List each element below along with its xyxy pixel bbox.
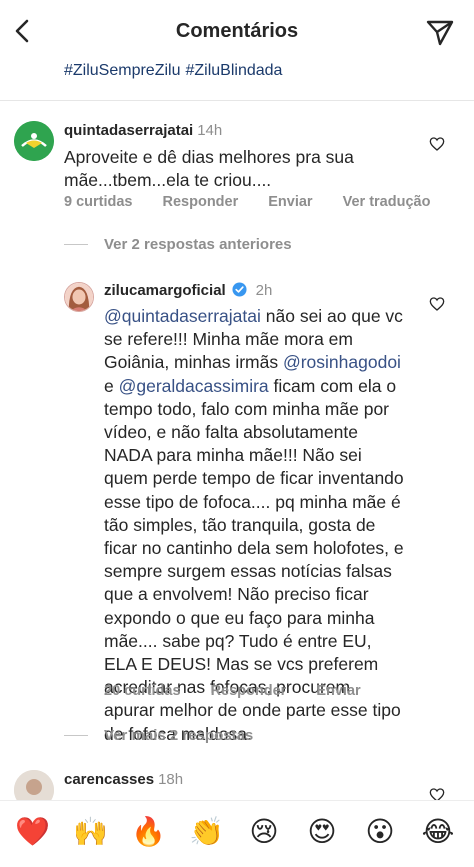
likes-count[interactable]: 20 curtidas <box>104 683 181 699</box>
emoji-clapping[interactable]: 👏 <box>189 815 224 849</box>
mention-link[interactable]: @rosinhagodoi <box>283 352 401 372</box>
emoji-laughing[interactable]: 😂 <box>421 815 455 849</box>
hashtag-link[interactable]: #ZiluBlindada <box>185 62 282 79</box>
comment-header: quintadaserrajatai 14h <box>64 122 222 140</box>
avatar[interactable] <box>64 282 94 312</box>
thread-line <box>64 735 88 736</box>
reply-actions: 20 curtidas Responder Enviar <box>104 683 391 699</box>
heart-icon[interactable] <box>429 136 445 152</box>
comment-header: carencasses 18h <box>64 771 183 789</box>
verified-badge-icon <box>232 282 247 297</box>
reply-header: zilucamargoficial 2h <box>104 282 272 300</box>
logo-icon <box>14 121 54 161</box>
reply-text: @quintadaserrajatai não sei ao que vc se… <box>104 305 404 746</box>
reply-text-part: e <box>104 375 119 396</box>
top-bar: Comentários <box>0 0 474 62</box>
thread-line <box>64 244 88 245</box>
paper-plane-icon[interactable] <box>424 16 456 48</box>
comment-time: 14h <box>197 122 223 139</box>
send-button[interactable]: Enviar <box>316 683 360 699</box>
likes-count[interactable]: 9 curtidas <box>64 194 133 210</box>
emoji-raising-hands[interactable]: 🙌 <box>73 815 108 849</box>
emoji-reaction-bar: ❤️ 🙌 🔥 👏 😢 😍 😮 😂 <box>0 800 474 867</box>
divider <box>0 100 474 101</box>
comment-username[interactable]: quintadaserrajatai <box>64 122 193 139</box>
reply-button[interactable]: Responder <box>211 683 287 699</box>
comment-time: 18h <box>158 771 184 788</box>
comment-actions: 9 curtidas Responder Enviar Ver tradução <box>64 194 430 210</box>
reply-button[interactable]: Responder <box>163 194 239 210</box>
send-button[interactable]: Enviar <box>268 194 312 210</box>
reply-time: 2h <box>255 282 273 299</box>
emoji-crying[interactable]: 😢 <box>247 815 281 849</box>
mention-link[interactable]: @geraldacassimira <box>119 376 269 396</box>
hashtag-link[interactable]: #ZiluSempreZilu <box>64 62 180 79</box>
heart-icon[interactable] <box>429 296 445 312</box>
emoji-surprised[interactable]: 😮 <box>363 815 397 849</box>
caption-hashtags: #ZiluSempreZilu #ZiluBlindada <box>64 62 287 80</box>
comment-text: Aproveite e dê dias melhores pra sua mãe… <box>64 147 354 191</box>
profile-photo <box>65 283 93 311</box>
mention-link[interactable]: @quintadaserrajatai <box>104 306 261 326</box>
translate-button[interactable]: Ver tradução <box>343 194 431 210</box>
avatar[interactable] <box>14 121 54 161</box>
view-previous-replies[interactable]: Ver 2 respostas anteriores <box>104 236 292 253</box>
emoji-heart-eyes[interactable]: 😍 <box>305 815 339 849</box>
view-more-replies[interactable]: Ver mais 2 respostas <box>104 727 253 744</box>
reply-username[interactable]: zilucamargoficial <box>104 282 226 299</box>
emoji-heart[interactable]: ❤️ <box>15 815 50 849</box>
emoji-fire[interactable]: 🔥 <box>131 815 166 849</box>
page-title: Comentários <box>175 20 299 42</box>
comment-username[interactable]: carencasses <box>64 771 154 788</box>
